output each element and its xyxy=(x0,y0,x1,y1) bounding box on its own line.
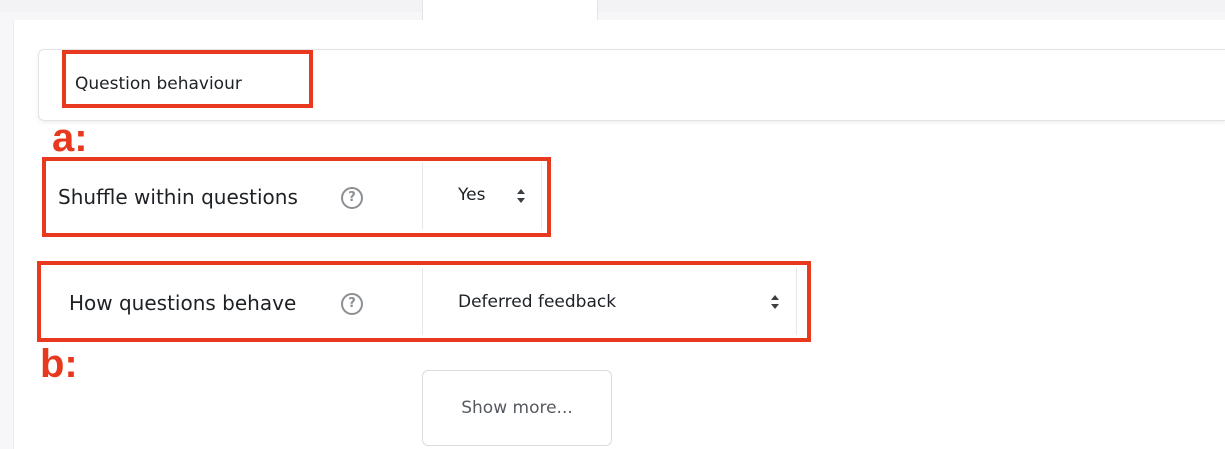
shuffle-within-questions-label: Shuffle within questions xyxy=(58,185,298,209)
select-value: Yes xyxy=(458,185,486,205)
help-icon[interactable]: ? xyxy=(341,293,363,315)
help-icon[interactable]: ? xyxy=(341,187,363,209)
show-more-button[interactable]: Show more... xyxy=(422,370,612,446)
annotation-label-a: a: xyxy=(52,116,88,160)
top-strip xyxy=(0,0,1225,12)
shuffle-within-questions-select[interactable]: Yes xyxy=(422,163,542,229)
section-title: Question behaviour xyxy=(75,74,242,94)
sort-caret-icon xyxy=(771,295,779,309)
select-value: Deferred feedback xyxy=(458,292,617,312)
how-questions-behave-select[interactable]: Deferred feedback xyxy=(422,268,797,335)
how-questions-behave-label: How questions behave xyxy=(69,291,297,315)
sort-caret-icon xyxy=(517,189,525,203)
annotation-label-b: b: xyxy=(40,342,78,386)
